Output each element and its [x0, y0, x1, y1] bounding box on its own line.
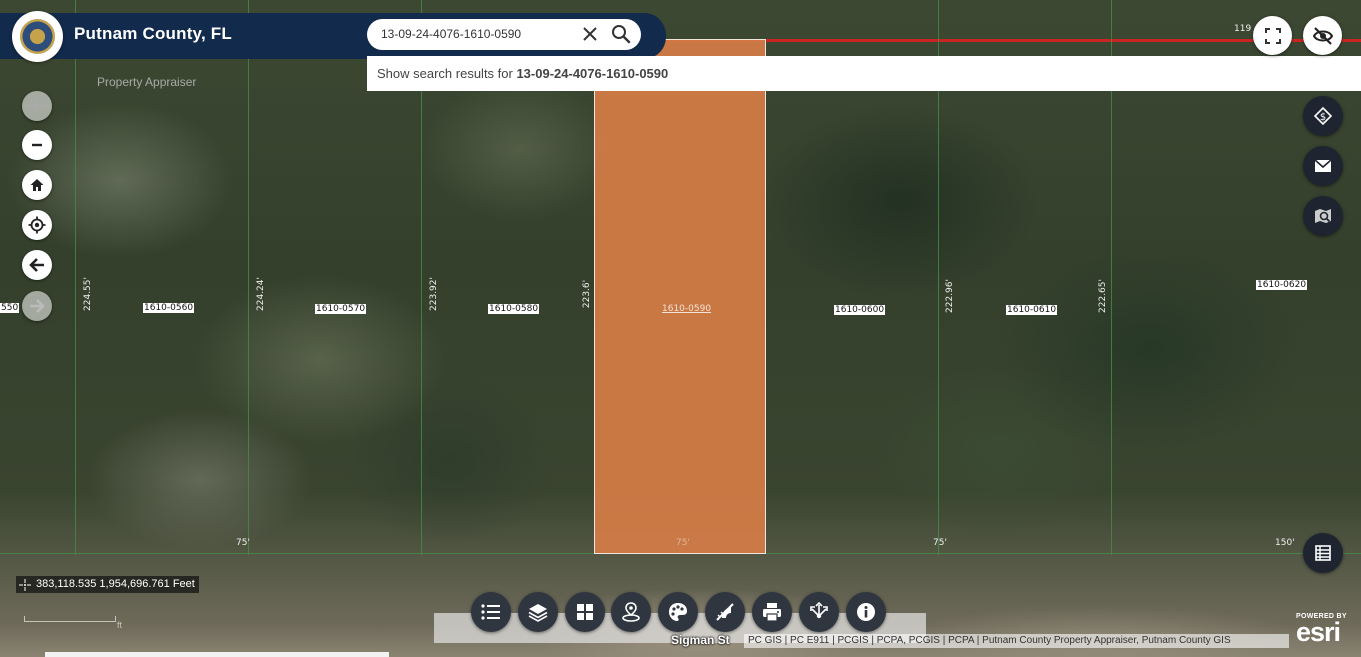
map-search-button[interactable]: [1303, 196, 1343, 236]
info-icon: [857, 603, 875, 621]
coordinate-text: 383,118.535 1,954,696.761 Feet: [36, 578, 195, 590]
crosshair-icon: [19, 578, 31, 591]
dimension-label: 222.65': [1097, 279, 1108, 313]
measure-tool-button[interactable]: [705, 592, 745, 632]
map-magnifier-icon: [1315, 209, 1331, 223]
table-icon: [1315, 545, 1331, 561]
fullscreen-icon: [1264, 27, 1281, 44]
home-button[interactable]: [22, 170, 52, 200]
app-subtitle: Property Appraiser: [97, 75, 197, 89]
toggle-visibility-button[interactable]: [1303, 16, 1342, 55]
eye-slash-icon: [1312, 26, 1333, 45]
layers-icon: [528, 604, 548, 622]
parcel-label-selected[interactable]: 1610-0590: [661, 304, 712, 314]
seal-icon: [20, 19, 55, 54]
map-view[interactable]: 550 1610-0560 1610-0570 1610-0580 1610-0…: [0, 0, 1361, 657]
measure-icon: [716, 603, 734, 621]
search-box: [367, 19, 641, 50]
scale-bar: [24, 616, 116, 622]
parcel-label[interactable]: 1610-0620: [1256, 280, 1308, 290]
legend-button[interactable]: [471, 592, 511, 632]
selected-parcel[interactable]: [594, 39, 766, 554]
county-seal-logo[interactable]: [12, 11, 63, 62]
esri-logo[interactable]: POWERED BY esri: [1296, 613, 1356, 649]
parcel-label[interactable]: 550: [0, 303, 20, 313]
share-nodes-icon: [810, 601, 828, 619]
arrow-left-icon: [29, 258, 44, 272]
scale-label: ft: [117, 620, 123, 630]
search-suggestion[interactable]: Show search results for 13-09-24-4076-16…: [367, 56, 1361, 91]
dimension-label: 75': [236, 538, 250, 548]
envelope-icon: [1314, 159, 1332, 172]
app-title: Putnam County, FL: [74, 24, 232, 43]
share-button[interactable]: [799, 592, 839, 632]
parcel-label[interactable]: 1610-0600: [834, 305, 886, 315]
parcel-boundary: [75, 0, 76, 555]
suggestion-prefix: Show search results for: [377, 66, 517, 81]
contact-button[interactable]: [1303, 146, 1343, 186]
palette-icon: [669, 603, 687, 621]
clear-search-icon[interactable]: [581, 24, 599, 44]
minus-icon: [32, 143, 42, 147]
zoom-in-button[interactable]: [22, 91, 52, 121]
dollar-tag-icon: $: [1313, 106, 1333, 126]
dimension-label: 75': [933, 538, 947, 548]
attribution-text: PC GIS | PC E911 | PCGIS | PCPA, PCGIS |…: [744, 634, 1289, 648]
grid-icon: [577, 604, 593, 620]
layers-button[interactable]: [518, 592, 558, 632]
coordinate-readout[interactable]: 383,118.535 1,954,696.761 Feet: [16, 576, 199, 593]
previous-extent-button[interactable]: [22, 250, 52, 280]
basemap-gallery-button[interactable]: [565, 592, 605, 632]
dimension-label: 224.55': [82, 277, 93, 311]
search-icon[interactable]: [609, 22, 633, 46]
list-icon: [481, 604, 500, 620]
sales-search-button[interactable]: $: [1303, 96, 1343, 136]
zoom-out-button[interactable]: [22, 130, 52, 160]
locate-icon: [28, 216, 46, 234]
esri-wordmark: esri: [1296, 617, 1341, 647]
dimension-label: 119: [1234, 24, 1252, 34]
parcel-label[interactable]: 1610-0610: [1006, 305, 1058, 315]
search-input[interactable]: [381, 25, 581, 43]
dimension-label: 224.24': [255, 277, 266, 311]
home-icon: [30, 179, 44, 191]
print-button[interactable]: [752, 592, 792, 632]
dimension-label: 150': [1275, 538, 1295, 548]
info-button[interactable]: [846, 592, 886, 632]
dimension-label: 75': [676, 538, 690, 548]
next-extent-button[interactable]: [22, 291, 52, 321]
parcel-label[interactable]: 1610-0580: [488, 304, 540, 314]
parcel-boundary: [248, 0, 249, 555]
plus-icon: [31, 100, 43, 112]
parcel-label[interactable]: 1610-0560: [143, 303, 195, 313]
locate-button[interactable]: [22, 210, 52, 240]
suggestion-term: 13-09-24-4076-1610-0590: [516, 66, 669, 81]
draw-tool-button[interactable]: [658, 592, 698, 632]
dimension-label: 223.6': [582, 279, 593, 309]
parcel-label[interactable]: 1610-0570: [315, 304, 367, 314]
dimension-label: 222.96': [944, 279, 955, 313]
arrow-right-icon: [30, 299, 45, 313]
printer-icon: [763, 603, 781, 622]
street-label: Sigman St: [671, 633, 730, 647]
attribute-table-button[interactable]: [1303, 533, 1343, 573]
pin-map-icon: [622, 602, 640, 622]
locate-tool-button[interactable]: [611, 592, 651, 632]
bottom-strip: [45, 652, 389, 657]
svg-text:$: $: [1320, 112, 1326, 123]
fullscreen-button[interactable]: [1253, 16, 1292, 55]
dimension-label: 223.92': [428, 277, 439, 311]
